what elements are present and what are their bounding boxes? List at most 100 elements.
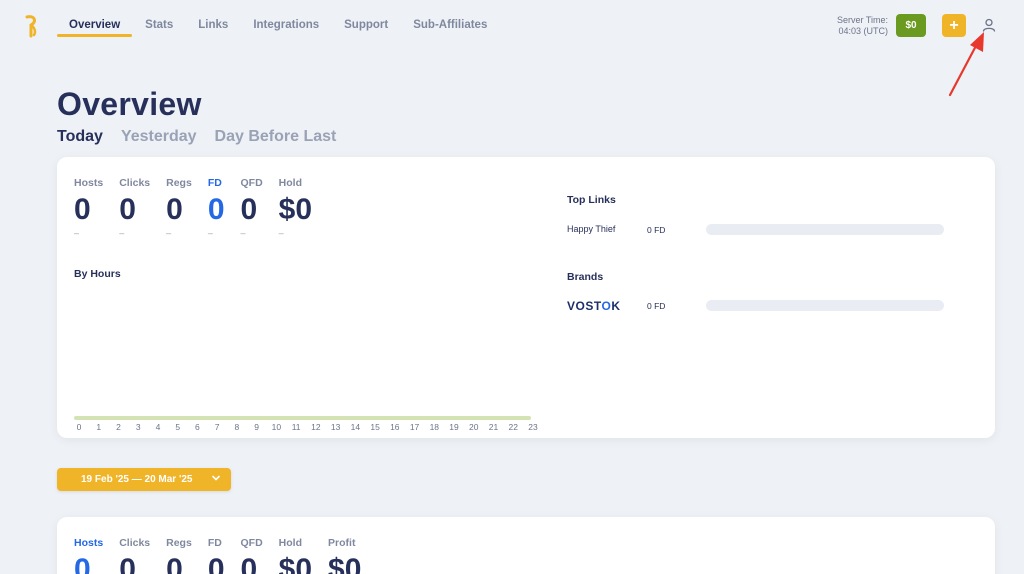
chevron-down-icon [212,475,220,481]
top-bar: Overview Stats Links Integrations Suppor… [0,0,1024,52]
hour-tick-label: 16 [390,422,400,432]
period-metric-hosts: Hosts 0 [74,537,103,574]
nav-sub-affiliates[interactable]: Sub-Affiliates [401,0,499,52]
brand-logo-part: K [611,299,621,313]
metric-value: 0 [240,193,258,226]
hour-tick-label: 23 [528,422,538,432]
metric-label: Regs [166,537,192,549]
metric-label: Hold [278,177,302,189]
metric-value: $0 [328,553,362,574]
period-metric-hold: Hold $0 [279,537,312,574]
metric-label: FD [207,537,222,549]
period-metric-profit: Profit $0 [328,537,361,574]
brands-title: Brands [567,271,604,283]
hour-tick-label: 5 [175,422,181,432]
metric-value: 0 [74,193,91,226]
balance-button[interactable]: $0 [896,14,926,37]
hour-tick-label: 12 [311,422,321,432]
metric-value: 0 [74,553,91,574]
nav-support[interactable]: Support [332,0,400,52]
brand-fd: 0 FD [647,301,666,311]
hour-tick-label: 2 [116,422,121,432]
metric-fd: FD 0 – [207,177,225,238]
metric-label: Regs [166,177,192,189]
period-metric-regs: Regs 0 [166,537,192,574]
metric-sub: – [74,228,80,238]
metric-label: Hold [278,537,302,549]
metric-label: FD [207,177,222,189]
date-range-label: 19 Feb '25 — 20 Mar '25 [81,474,193,485]
brand-vostok-logo[interactable]: VOSTOK [567,299,620,313]
date-range-picker[interactable]: 19 Feb '25 — 20 Mar '25 [57,468,231,491]
hour-tick-label: 18 [429,422,440,432]
today-metrics: Hosts 0 – Clicks 0 – Regs 0 – FD 0 – QFD… [74,177,328,238]
day-tabs: Today Yesterday Day Before Last [57,128,336,146]
nav-integrations[interactable]: Integrations [241,0,331,52]
brand-logo-part: O [601,299,612,313]
hour-tick-label: 3 [135,422,141,432]
period-metric-qfd: QFD 0 [241,537,263,574]
period-metrics: Hosts 0 Clicks 0 Regs 0 FD 0 QFD 0 Hold … [74,537,377,574]
hour-tick-label: 14 [350,422,361,432]
period-summary-card: Hosts 0 Clicks 0 Regs 0 FD 0 QFD 0 Hold … [57,517,995,574]
page-title: Overview [57,86,202,122]
metric-clicks: Clicks 0 – [119,177,151,238]
metric-sub: – [240,228,246,238]
metric-hold: Hold $0 – [278,177,312,238]
metric-label: Hosts [74,537,104,549]
hour-tick-label: 11 [291,422,301,432]
hour-tick-label: 10 [271,422,282,432]
server-time-label: Server Time: [836,15,888,25]
metric-hosts: Hosts 0 – [74,177,104,238]
period-metric-clicks: Clicks 0 [119,537,150,574]
metric-label: Clicks [119,537,151,549]
metric-label: Clicks [119,177,151,189]
hour-tick-label: 13 [330,422,341,432]
tab-yesterday[interactable]: Yesterday [121,128,197,146]
tab-day-before-last[interactable]: Day Before Last [215,128,337,146]
hour-tick-label: 22 [508,422,518,432]
metric-value: 0 [119,193,136,226]
hour-tick-label: 7 [214,422,220,432]
nav-links[interactable]: Links [186,0,240,52]
metric-sub: – [166,228,172,238]
hour-tick-label: 4 [155,422,161,432]
metric-sub: – [207,228,213,238]
top-link-name[interactable]: Happy Thief [567,224,615,234]
hour-tick-label: 15 [370,422,380,432]
brand-bar [706,300,944,311]
metric-label: Profit [328,537,356,549]
hours-chart-bar [74,416,531,420]
hour-tick-label: 1 [96,422,102,432]
metric-label: Hosts [74,177,104,189]
today-summary-card: Hosts 0 – Clicks 0 – Regs 0 – FD 0 – QFD… [57,157,995,438]
hour-tick-label: 0 [76,422,82,432]
tab-today[interactable]: Today [57,128,103,146]
brand-logo-icon[interactable] [22,14,40,38]
top-links-title: Top Links [567,194,616,206]
server-time-value: 04:03 (UTC) [838,26,888,36]
hour-tick-label: 19 [449,422,459,432]
metric-value: 0 [166,193,183,226]
nav-stats[interactable]: Stats [133,0,185,52]
metric-value: 0 [166,553,183,574]
hour-tick-label: 17 [409,422,420,432]
nav-overview[interactable]: Overview [57,0,133,52]
brand-logo-part: VOST [567,299,602,313]
top-link-fd: 0 FD [647,225,666,235]
metric-value: 0 [207,193,225,226]
hour-tick-label: 8 [234,422,240,432]
metric-value: $0 [278,553,313,574]
metric-value: 0 [240,553,258,574]
hour-tick-label: 20 [469,422,479,432]
hour-tick-label: 6 [195,422,200,432]
metric-value: 0 [119,553,136,574]
by-hours-title: By Hours [74,268,121,280]
metric-regs: Regs 0 – [166,177,192,238]
metric-qfd: QFD 0 – [240,177,263,238]
metric-sub: – [278,228,284,238]
metric-label: QFD [240,177,263,189]
main-nav: Overview Stats Links Integrations Suppor… [57,0,500,52]
top-link-bar [706,224,944,235]
metric-value: 0 [207,553,225,574]
